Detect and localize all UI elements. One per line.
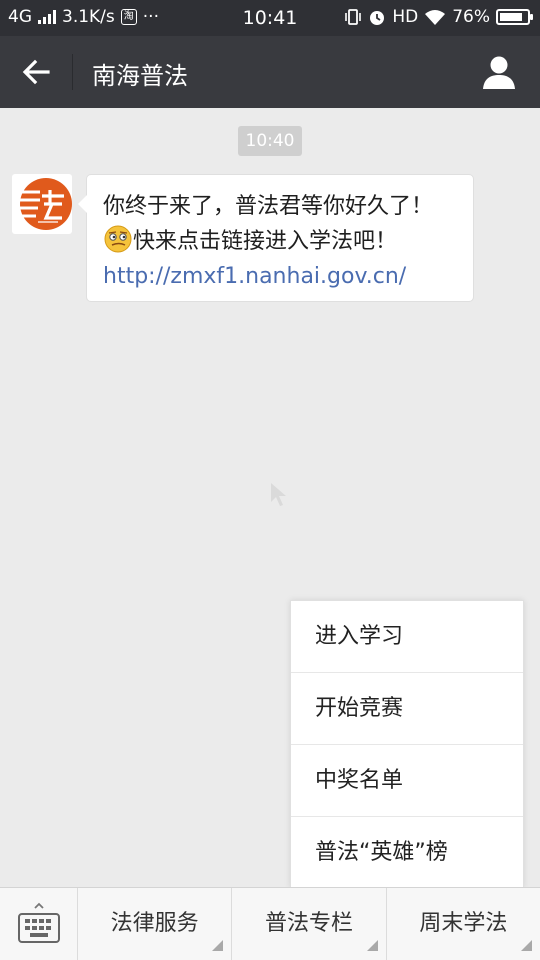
tab-label: 普法专栏 xyxy=(264,911,353,936)
page-title: 南海普法 xyxy=(92,62,188,90)
vibrate-icon xyxy=(345,9,362,25)
title-bar: 南海普法 xyxy=(0,36,540,108)
title-divider xyxy=(72,54,73,90)
battery-icon xyxy=(496,9,533,25)
back-arrow-icon[interactable] xyxy=(18,56,54,88)
menu-item-hero-ranking[interactable]: 普法“英雄”榜 xyxy=(291,817,523,889)
popup-menu: 进入学习 开始竞赛 中奖名单 普法“英雄”榜 xyxy=(290,600,524,888)
battery-percent: 76% xyxy=(452,7,490,27)
touch-cursor-icon xyxy=(271,483,286,506)
message-line-2: 快来点击链接进入学法吧！ xyxy=(133,229,398,254)
menu-item-start-learning[interactable]: 进入学习 xyxy=(291,601,523,673)
message-link[interactable]: http://zmxf1.nanhai.gov.cn/ xyxy=(103,259,457,294)
hd-label: HD xyxy=(392,7,419,27)
message-line-2-row: 快来点击链接进入学法吧！ xyxy=(103,224,457,259)
tab-legal-services[interactable]: 法律服务 xyxy=(78,888,233,960)
menu-item-winners-list[interactable]: 中奖名单 xyxy=(291,745,523,817)
submenu-indicator-icon xyxy=(520,940,532,951)
bottom-menu-bar: 法律服务 普法专栏 周末学法 xyxy=(0,887,540,960)
keyboard-toggle-button[interactable] xyxy=(0,888,78,960)
message-timestamp: 10:40 xyxy=(238,126,302,156)
alarm-icon xyxy=(370,11,385,25)
submenu-indicator-icon xyxy=(366,940,378,951)
smirk-emoji-icon xyxy=(104,225,132,253)
keyboard-icon xyxy=(18,902,60,943)
wifi-icon xyxy=(425,10,446,25)
tab-label: 周末学法 xyxy=(419,911,508,936)
profile-icon[interactable] xyxy=(482,54,516,90)
nanhai-logo-icon xyxy=(14,178,72,230)
status-bar: 4G 3.1K/s 淘 ··· 10:41 HD 76% xyxy=(0,0,540,36)
submenu-indicator-icon xyxy=(212,940,224,951)
tab-law-column[interactable]: 普法专栏 xyxy=(232,888,387,960)
tab-label: 法律服务 xyxy=(110,911,199,936)
account-avatar[interactable] xyxy=(12,174,72,234)
message-bubble: 你终于来了，普法君等你好久了！ 快来点击链接进入学法吧！ http://zmxf… xyxy=(78,174,474,302)
tab-weekend-study[interactable]: 周末学法 xyxy=(387,888,540,960)
message-line-1: 你终于来了，普法君等你好久了！ xyxy=(103,194,434,219)
menu-item-start-contest[interactable]: 开始竞赛 xyxy=(291,673,523,745)
